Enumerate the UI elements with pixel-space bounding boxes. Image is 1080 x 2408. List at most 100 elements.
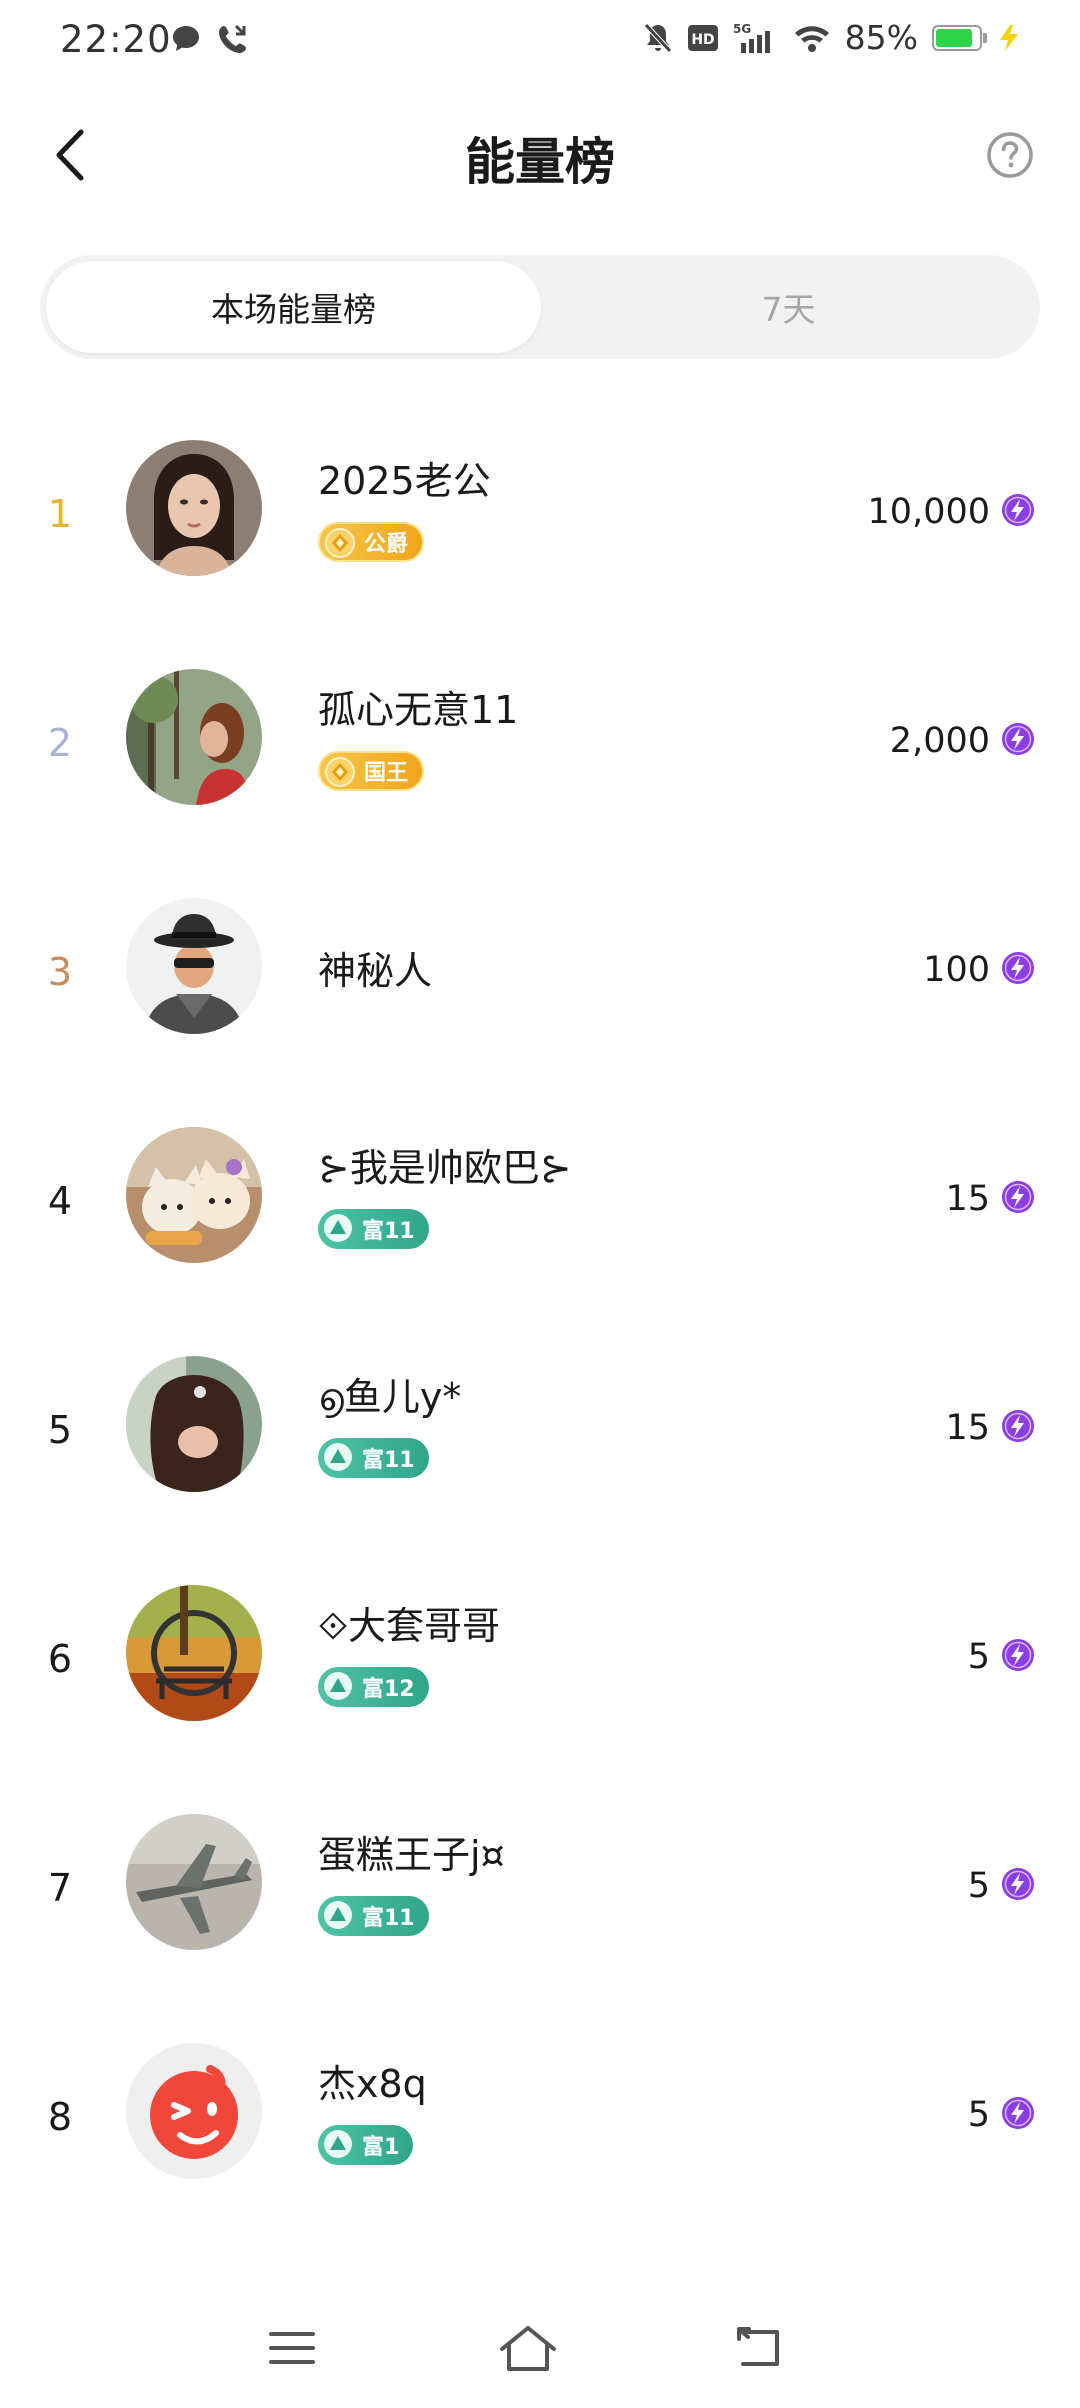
leaderboard-row[interactable]: 5 ൭鱼儿y* 富11 15 xyxy=(0,1326,1080,1555)
avatar[interactable] xyxy=(126,1356,262,1492)
menu-icon xyxy=(269,2332,315,2364)
leaderboard-row[interactable]: 4 ⊱我是帅欧巴⊱ 富11 15 xyxy=(0,1097,1080,1326)
energy-icon xyxy=(1002,2097,1034,2129)
status-left-icons xyxy=(170,22,250,56)
level-badge-label: 富11 xyxy=(362,1906,415,1931)
menu-button[interactable] xyxy=(252,2308,332,2388)
system-nav-bar xyxy=(0,2288,1080,2408)
level-badge-label: 国王 xyxy=(364,761,409,786)
avatar[interactable] xyxy=(126,1585,262,1721)
level-badge-label: 公爵 xyxy=(364,532,409,557)
battery-fill xyxy=(936,28,972,47)
triangle-badge-icon xyxy=(324,1672,352,1700)
energy-score: 15 xyxy=(945,1179,990,1219)
energy-score: 5 xyxy=(967,2095,990,2135)
triangle-badge-icon xyxy=(324,1901,352,1929)
tab-current-session[interactable]: 本场能量榜 xyxy=(46,261,541,353)
question-circle-icon xyxy=(987,132,1033,178)
energy-icon xyxy=(1002,1181,1034,1213)
leaderboard-row[interactable]: 6 ⟐大套哥哥 富12 5 xyxy=(0,1555,1080,1784)
level-badge: 富11 xyxy=(318,1438,429,1478)
wifi-icon xyxy=(794,25,829,52)
avatar[interactable] xyxy=(126,669,262,805)
energy-icon xyxy=(1002,723,1034,755)
energy-score: 15 xyxy=(945,1408,990,1448)
leaderboard-row[interactable]: 7 蛋糕王子j¤ 富11 5 xyxy=(0,1784,1080,2013)
energy-icon xyxy=(1002,952,1034,984)
user-name: 孤心无意11 xyxy=(318,688,519,732)
back-nav-button[interactable] xyxy=(722,2308,802,2388)
user-name: 杰x8q xyxy=(318,2062,427,2106)
rank-number: 8 xyxy=(47,2095,73,2139)
user-name: ⊱我是帅欧巴⊱ xyxy=(318,1146,572,1190)
level-badge-label: 富11 xyxy=(362,1448,415,1473)
page-title: 能量榜 xyxy=(465,133,615,191)
help-button[interactable] xyxy=(980,125,1040,185)
energy-score: 5 xyxy=(967,1637,990,1677)
user-name: 2025老公 xyxy=(318,459,491,503)
avatar[interactable] xyxy=(126,2043,262,2179)
triangle-badge-icon xyxy=(324,1443,352,1471)
avatar[interactable] xyxy=(126,1814,262,1950)
level-badge: 公爵 xyxy=(318,522,425,562)
diamond-badge-icon xyxy=(325,528,355,558)
rank-number: 6 xyxy=(47,1637,73,1681)
user-name: 蛋糕王子j¤ xyxy=(318,1833,505,1877)
header: 能量榜 xyxy=(0,100,1080,210)
energy-score: 100 xyxy=(923,950,990,990)
level-badge-label: 富11 xyxy=(362,1219,415,1244)
back-nav-icon xyxy=(737,2327,779,2366)
triangle-badge-icon xyxy=(324,1214,352,1242)
rank-number: 3 xyxy=(47,950,73,994)
battery-percent: 85% xyxy=(844,18,918,57)
rank-number: 2 xyxy=(47,721,73,765)
tab-bar: 本场能量榜 7天 xyxy=(40,255,1040,359)
home-icon xyxy=(500,2326,556,2371)
level-badge: 富1 xyxy=(318,2125,414,2165)
home-button[interactable] xyxy=(488,2308,568,2388)
level-badge: 国王 xyxy=(318,751,425,791)
message-icon xyxy=(173,26,199,51)
svg-text:HD: HD xyxy=(691,32,714,48)
status-time: 22:20 xyxy=(60,18,172,61)
avatar[interactable] xyxy=(126,1127,262,1263)
diamond-badge-icon xyxy=(325,757,355,787)
rank-number: 4 xyxy=(47,1179,73,1223)
energy-icon xyxy=(1002,494,1034,526)
status-right-icons: HD 5G 85% xyxy=(643,18,1022,57)
energy-icon xyxy=(1002,1639,1034,1671)
leaderboard-row[interactable]: 8 杰x8q 富1 5 xyxy=(0,2013,1080,2242)
rank-number: 7 xyxy=(47,1866,73,1910)
charging-icon xyxy=(1000,24,1018,51)
leaderboard-row[interactable]: 3 神秘人 100 xyxy=(0,868,1080,1097)
level-badge: 富11 xyxy=(318,1896,429,1936)
tab-7-days[interactable]: 7天 xyxy=(541,261,1036,353)
rank-number: 1 xyxy=(47,492,73,536)
user-name: 神秘人 xyxy=(318,949,433,993)
energy-icon xyxy=(1002,1410,1034,1442)
svg-text:5G: 5G xyxy=(733,22,751,36)
avatar[interactable] xyxy=(126,898,262,1034)
level-badge: 富12 xyxy=(318,1667,429,1707)
triangle-badge-icon xyxy=(324,2130,352,2158)
energy-score: 5 xyxy=(967,1866,990,1906)
mute-icon xyxy=(643,22,672,53)
energy-icon xyxy=(1002,1868,1034,1900)
missed-call-icon xyxy=(219,24,246,53)
battery-icon xyxy=(932,24,987,51)
level-badge-label: 富12 xyxy=(362,1677,415,1702)
leaderboard-row[interactable]: 2 孤心无意11 国王 2,000 xyxy=(0,639,1080,868)
avatar[interactable] xyxy=(126,440,262,576)
energy-score: 2,000 xyxy=(889,721,990,761)
leaderboard-list: 1 2025老公 公爵 10,000 2 孤心无意11 国王 2,000 3 神… xyxy=(0,410,1080,2242)
level-badge-label: 富1 xyxy=(362,2135,400,2160)
5g-signal-icon: 5G xyxy=(733,22,770,53)
level-badge: 富11 xyxy=(318,1209,429,1249)
rank-number: 5 xyxy=(47,1408,73,1452)
leaderboard-row[interactable]: 1 2025老公 公爵 10,000 xyxy=(0,410,1080,639)
energy-score: 10,000 xyxy=(867,492,990,532)
status-bar: 22:20 HD 5G 85% xyxy=(0,0,1080,84)
user-name: ൭鱼儿y* xyxy=(318,1375,462,1419)
user-name: ⟐大套哥哥 xyxy=(318,1604,500,1648)
hd-icon: HD xyxy=(687,24,718,51)
